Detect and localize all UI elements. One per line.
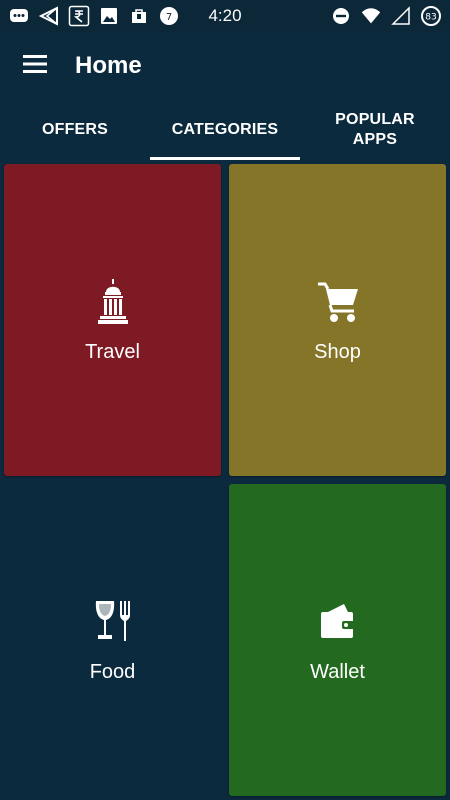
category-tile-food[interactable]: Food xyxy=(4,484,221,796)
tab-label: OFFERS xyxy=(41,121,109,138)
wifi-icon xyxy=(360,5,382,27)
cart-icon xyxy=(316,277,360,327)
category-label: Shop xyxy=(314,340,361,363)
category-tile-travel[interactable]: Travel xyxy=(4,164,221,476)
page-title: Home xyxy=(75,52,142,79)
category-grid: Travel Shop Food Wallet xyxy=(4,164,446,796)
battery-icon: 83 xyxy=(420,5,442,27)
category-tile-shop[interactable]: Shop xyxy=(229,164,446,476)
tab-label: POPULAR APPS xyxy=(335,111,415,148)
category-label: Wallet xyxy=(310,660,365,683)
screen: 7 4:20 83 Home OFFERS CATEGORIES POPULAR… xyxy=(0,0,450,800)
do-not-disturb-icon xyxy=(330,5,352,27)
menu-button[interactable] xyxy=(0,32,70,100)
tab-categories[interactable]: CATEGORIES xyxy=(150,100,300,160)
tab-label: CATEGORIES xyxy=(171,121,279,138)
app-bar: Home xyxy=(0,32,450,100)
status-bar: 7 4:20 83 xyxy=(0,0,450,32)
notification-icons: 7 xyxy=(8,5,180,27)
image-icon xyxy=(98,5,120,27)
category-tile-wallet[interactable]: Wallet xyxy=(229,484,446,796)
battery-level: 83 xyxy=(425,13,436,23)
signal-icon xyxy=(390,5,412,27)
svg-text:7: 7 xyxy=(166,12,172,23)
send-icon xyxy=(38,5,60,27)
system-icons: 83 xyxy=(330,5,442,27)
hamburger-icon xyxy=(22,54,48,79)
category-label: Travel xyxy=(85,340,140,363)
badge-icon: 7 xyxy=(158,5,180,27)
tab-popular-apps[interactable]: POPULAR APPS xyxy=(300,100,450,160)
rupee-icon xyxy=(68,5,90,27)
building-icon xyxy=(91,277,135,327)
tab-bar: OFFERS CATEGORIES POPULAR APPS xyxy=(0,100,450,160)
category-label: Food xyxy=(89,660,136,683)
food-icon xyxy=(91,597,135,647)
chat-icon xyxy=(8,5,30,27)
wallet-icon xyxy=(316,597,360,647)
bag-icon xyxy=(128,5,150,27)
tab-offers[interactable]: OFFERS xyxy=(0,100,150,160)
